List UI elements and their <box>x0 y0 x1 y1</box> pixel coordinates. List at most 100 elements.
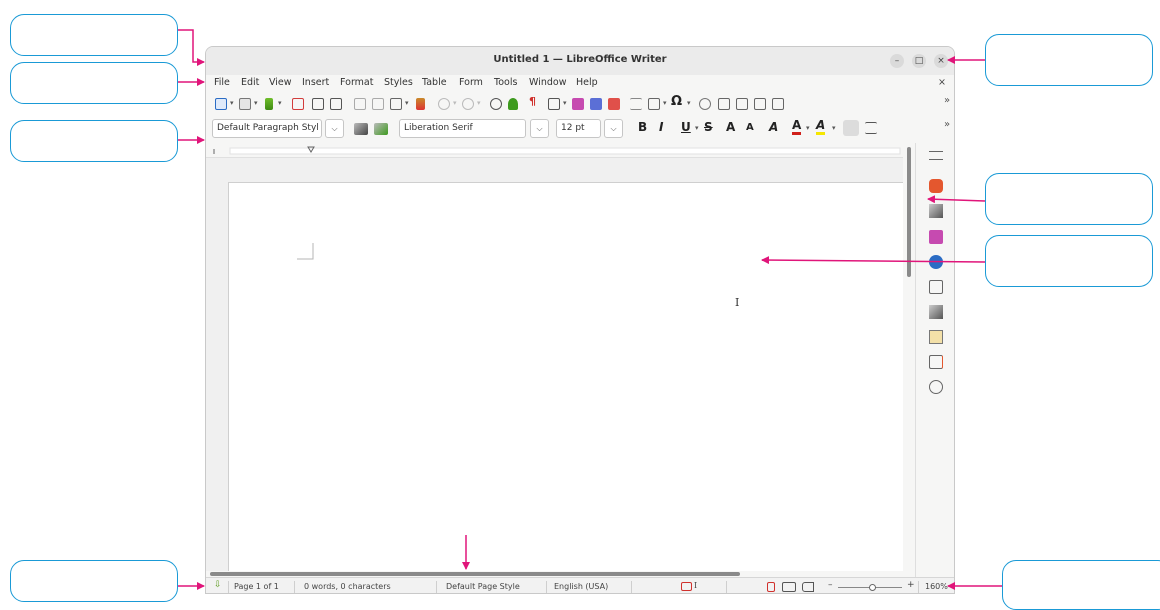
horizontal-ruler[interactable] <box>206 143 903 158</box>
menu-tools[interactable]: Tools <box>494 77 517 88</box>
new-document-icon[interactable] <box>215 98 227 110</box>
undo-icon[interactable] <box>438 98 450 110</box>
document-area[interactable]: I <box>206 158 905 584</box>
cut-icon[interactable] <box>354 98 366 110</box>
font-size-dropdown-icon[interactable]: ⌵ <box>604 119 623 138</box>
save-dropdown-icon[interactable]: ▾ <box>278 99 282 107</box>
menu-view[interactable]: View <box>269 77 292 88</box>
close-window-button[interactable]: × <box>934 54 948 68</box>
bold-button[interactable]: B <box>638 120 647 134</box>
find-replace-icon[interactable] <box>490 98 502 110</box>
menu-window[interactable]: Window <box>529 77 566 88</box>
formatting-overflow-icon[interactable]: » <box>944 119 950 130</box>
toolbar-overflow-icon[interactable]: » <box>944 95 950 106</box>
zoom-in-button[interactable]: + <box>907 580 915 590</box>
insert-textbox-icon[interactable] <box>608 98 620 110</box>
menu-format[interactable]: Format <box>340 77 373 88</box>
strikethrough-button[interactable]: S <box>704 120 713 134</box>
vertical-scroll-thumb[interactable] <box>907 147 911 277</box>
font-color-button[interactable]: A <box>792 119 802 135</box>
menu-table[interactable]: Table <box>422 77 447 88</box>
properties-icon[interactable] <box>929 179 943 193</box>
track-changes-icon[interactable] <box>754 98 766 110</box>
vertical-scrollbar[interactable] <box>903 143 915 571</box>
save-icon[interactable] <box>265 98 273 110</box>
character-effects-button[interactable]: A <box>769 120 778 134</box>
paste-icon[interactable] <box>390 98 402 110</box>
clone-formatting-icon[interactable] <box>416 98 425 110</box>
font-name-dropdown-icon[interactable]: ⌵ <box>530 119 549 138</box>
close-document-icon[interactable]: × <box>938 77 946 88</box>
align-center-button[interactable] <box>865 122 877 134</box>
manage-changes-icon[interactable] <box>929 330 943 344</box>
field-dropdown-icon[interactable]: ▾ <box>663 99 667 107</box>
undo-dropdown-icon[interactable]: ▾ <box>453 99 457 107</box>
page-count-text[interactable]: Page 1 of 1 <box>234 582 279 591</box>
selection-mode-icon[interactable]: I <box>694 581 697 590</box>
insert-table-icon[interactable] <box>548 98 560 110</box>
document-page[interactable]: I <box>228 182 905 584</box>
insert-mode-icon[interactable] <box>681 582 692 591</box>
title-bar[interactable]: Untitled 1 — LibreOffice Writer – □ × <box>206 47 954 76</box>
font-color-dropdown-icon[interactable]: ▾ <box>806 124 810 132</box>
insert-field-icon[interactable] <box>648 98 660 110</box>
zoom-out-button[interactable]: – <box>828 580 833 590</box>
print-preview-icon[interactable] <box>330 98 342 110</box>
print-icon[interactable] <box>312 98 324 110</box>
special-character-dropdown-icon[interactable]: ▾ <box>687 99 691 107</box>
sidebar-menu-icon[interactable] <box>929 151 943 160</box>
maximize-button[interactable]: □ <box>912 54 926 68</box>
horizontal-scroll-thumb[interactable] <box>210 572 740 576</box>
highlight-dropdown-icon[interactable]: ▾ <box>832 124 836 132</box>
formatting-marks-icon[interactable]: ¶ <box>529 95 536 108</box>
new-style-icon[interactable] <box>374 123 388 135</box>
menu-edit[interactable]: Edit <box>241 77 259 88</box>
style-inspector-icon[interactable] <box>929 305 943 319</box>
table-dropdown-icon[interactable]: ▾ <box>563 99 567 107</box>
paragraph-style-dropdown-icon[interactable]: ⌵ <box>325 119 344 138</box>
multi-page-view-icon[interactable] <box>782 582 796 592</box>
minimize-button[interactable]: – <box>890 54 904 68</box>
zoom-level-text[interactable]: 160% <box>925 582 948 591</box>
spelling-icon[interactable] <box>508 98 518 110</box>
book-view-icon[interactable] <box>802 582 814 592</box>
language-text[interactable]: English (USA) <box>554 582 608 591</box>
underline-button[interactable]: U <box>681 120 691 134</box>
menu-help[interactable]: Help <box>576 77 598 88</box>
footnote-icon[interactable] <box>718 98 730 110</box>
styles-icon[interactable] <box>929 204 943 218</box>
redo-icon[interactable] <box>462 98 474 110</box>
design-icon[interactable] <box>929 355 943 369</box>
menu-file[interactable]: File <box>214 77 230 88</box>
special-character-icon[interactable]: Ω <box>671 94 682 109</box>
copy-icon[interactable] <box>372 98 384 110</box>
menu-insert[interactable]: Insert <box>302 77 329 88</box>
insert-shape-icon[interactable] <box>772 98 784 110</box>
align-left-button[interactable] <box>843 120 859 136</box>
page-style-text[interactable]: Default Page Style <box>446 582 520 591</box>
paragraph-style-input[interactable]: Default Paragraph Styl <box>212 119 322 138</box>
insert-chart-icon[interactable] <box>590 98 602 110</box>
font-name-input[interactable]: Liberation Serif <box>399 119 526 138</box>
navigator-icon[interactable] <box>929 255 943 269</box>
open-dropdown-icon[interactable]: ▾ <box>254 99 258 107</box>
open-folder-icon[interactable] <box>239 98 251 110</box>
underline-dropdown-icon[interactable]: ▾ <box>695 124 699 132</box>
find-icon[interactable] <box>929 380 943 394</box>
new-dropdown-icon[interactable]: ▾ <box>230 99 234 107</box>
zoom-slider-thumb[interactable] <box>869 584 876 591</box>
font-size-input[interactable]: 12 pt <box>556 119 601 138</box>
insert-image-icon[interactable] <box>572 98 584 110</box>
redo-dropdown-icon[interactable]: ▾ <box>477 99 481 107</box>
single-page-view-icon[interactable] <box>767 582 775 592</box>
word-count-text[interactable]: 0 words, 0 characters <box>304 582 391 591</box>
subscript-button[interactable]: A <box>746 122 754 133</box>
paste-dropdown-icon[interactable]: ▾ <box>405 99 409 107</box>
italic-button[interactable]: I <box>659 120 663 134</box>
highlight-color-button[interactable]: A <box>816 119 826 135</box>
page-icon[interactable] <box>929 280 943 294</box>
menu-form[interactable]: Form <box>459 77 483 88</box>
hyperlink-icon[interactable] <box>699 98 711 110</box>
update-style-icon[interactable] <box>354 123 368 135</box>
comment-icon[interactable] <box>736 98 748 110</box>
